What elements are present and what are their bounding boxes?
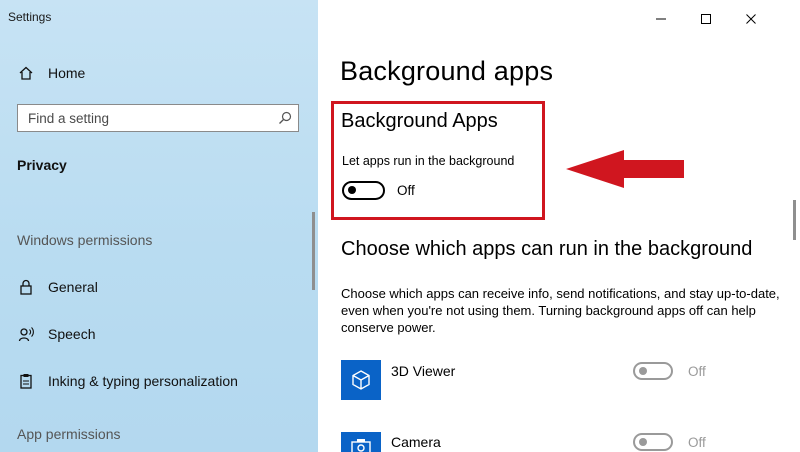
sidebar: Settings Home Privacy Windows permission…: [0, 0, 318, 452]
annotation-highlight-box: [331, 101, 545, 220]
camera-toggle-state: Off: [688, 435, 706, 450]
sidebar-item-home[interactable]: Home: [17, 64, 85, 82]
close-button[interactable]: [740, 8, 762, 30]
minimize-icon: [656, 18, 666, 20]
main-scrollbar[interactable]: [793, 200, 796, 240]
search-box[interactable]: [17, 104, 299, 132]
minimize-button[interactable]: [650, 8, 672, 30]
sidebar-item-label: General: [48, 279, 98, 295]
window-title: Settings: [8, 10, 52, 24]
camera-toggle[interactable]: [633, 433, 673, 451]
maximize-icon: [701, 14, 711, 24]
camera-icon: [351, 439, 371, 452]
toggle-knob: [639, 438, 647, 446]
choose-apps-heading: Choose which apps can run in the backgro…: [341, 238, 753, 260]
camera-tile: [341, 432, 381, 452]
sidebar-item-label: Speech: [48, 326, 96, 342]
close-icon: [746, 14, 756, 24]
sidebar-scrollbar[interactable]: [312, 212, 315, 290]
app-name-camera: Camera: [391, 434, 441, 450]
home-icon: [17, 64, 35, 82]
cube-icon: [352, 370, 370, 390]
maximize-button[interactable]: [695, 8, 717, 30]
sidebar-item-label: Inking & typing personalization: [48, 373, 238, 389]
search-icon[interactable]: [272, 111, 298, 125]
3d-viewer-toggle-state: Off: [688, 364, 706, 379]
3d-viewer-toggle[interactable]: [633, 362, 673, 380]
speech-icon: [17, 325, 35, 343]
3d-viewer-tile: [341, 360, 381, 400]
choose-apps-description: Choose which apps can receive info, send…: [341, 286, 780, 335]
search-input[interactable]: [18, 105, 272, 131]
category-title: Privacy: [17, 157, 67, 173]
clipboard-icon: [17, 372, 35, 390]
lock-icon: [17, 278, 35, 296]
sidebar-item-general[interactable]: General: [17, 278, 98, 296]
app-name-3d-viewer: 3D Viewer: [391, 363, 456, 379]
section-label-windows-permissions: Windows permissions: [17, 232, 153, 248]
page-title: Background apps: [340, 56, 554, 86]
sidebar-item-speech[interactable]: Speech: [17, 325, 95, 343]
sidebar-item-label: Home: [48, 65, 86, 81]
toggle-knob: [639, 367, 647, 375]
section-label-app-permissions: App permissions: [17, 426, 121, 442]
sidebar-item-inking-typing[interactable]: Inking & typing personalization: [17, 372, 238, 390]
annotation-arrow-icon: [566, 150, 684, 188]
